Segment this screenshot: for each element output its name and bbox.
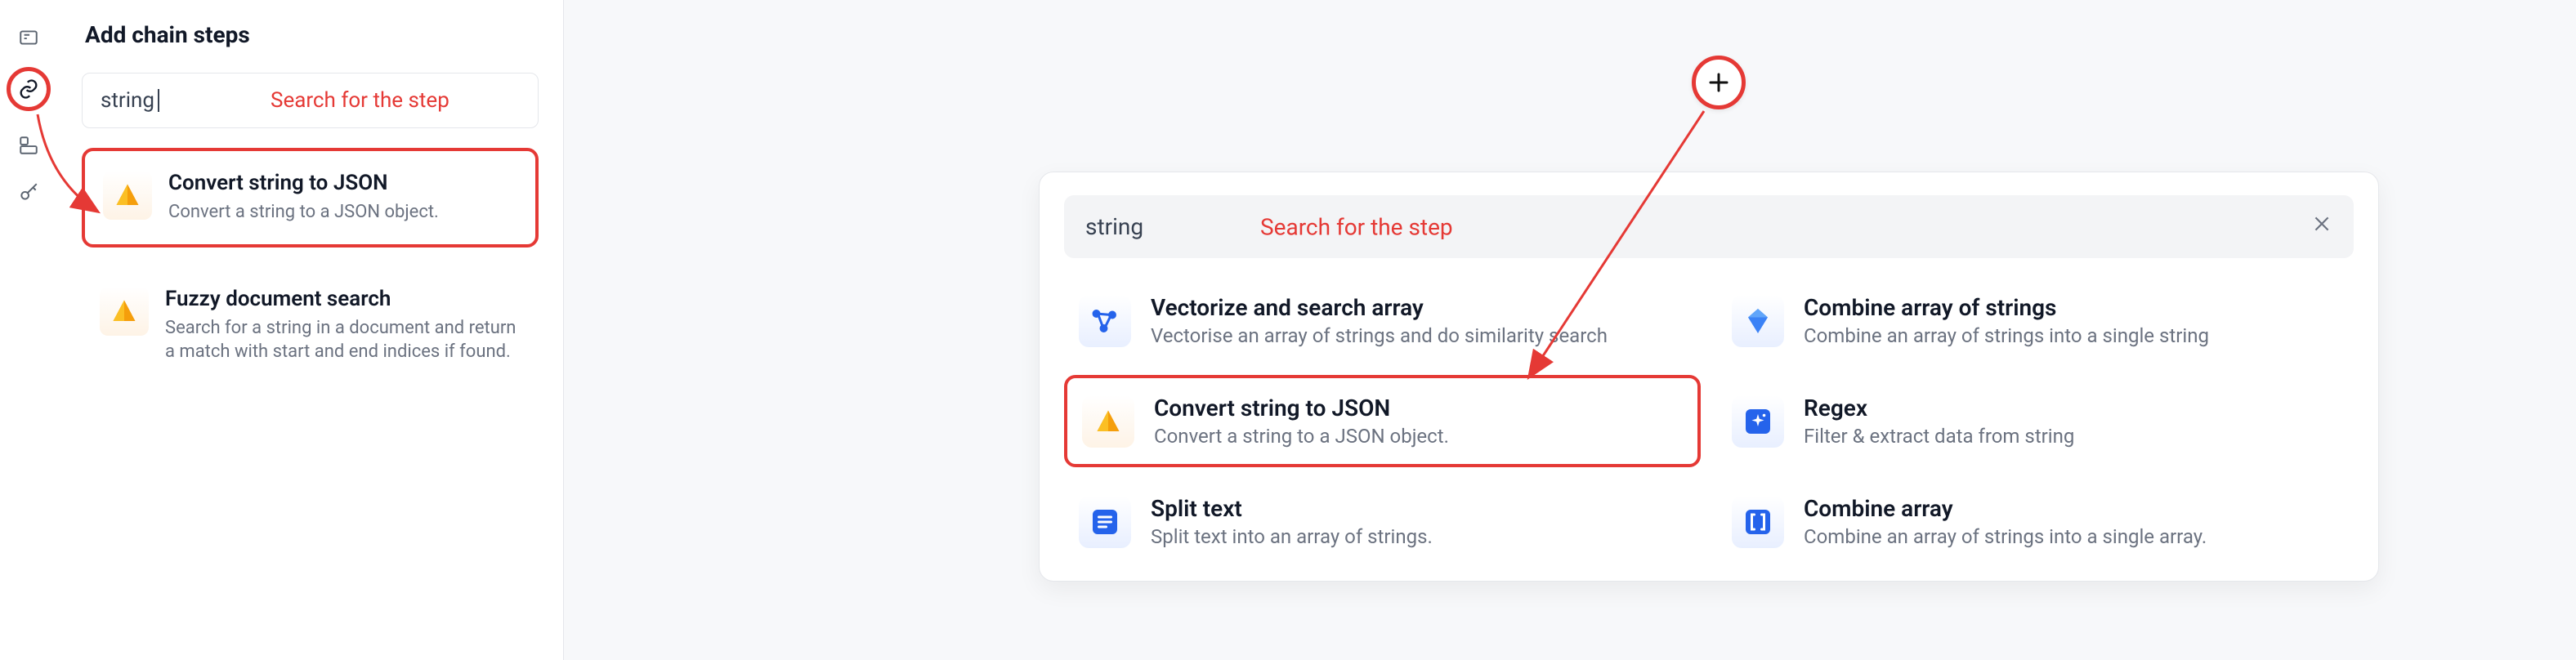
popup-item-desc: Combine an array of strings into a singl… <box>1804 324 2209 347</box>
chain-icon[interactable] <box>17 78 40 100</box>
graph-icon <box>1079 295 1131 347</box>
popup-item-body: Convert string to JSON Convert a string t… <box>1154 395 1449 448</box>
pyramid-icon <box>100 287 149 336</box>
popup-item-title: Vectorize and search array <box>1151 294 1608 321</box>
popup-item[interactable]: Convert string to JSON Convert a string t… <box>1064 375 1701 467</box>
layout-icon[interactable] <box>16 132 42 158</box>
popup-item[interactable]: Split text Split text into an array of st… <box>1064 479 1701 564</box>
popup-search-annotation: Search for the step <box>1260 213 1453 240</box>
step-desc: Search for a string in a document and re… <box>165 316 521 364</box>
popup-item-body: Split text Split text into an array of st… <box>1151 495 1433 548</box>
key-icon[interactable] <box>16 180 42 206</box>
popup-item[interactable]: Vectorize and search array Vectorise an a… <box>1064 278 1701 363</box>
step-card[interactable]: Fuzzy document search Search for a string… <box>82 267 539 384</box>
popup-item-body: Regex Filter & extract data from string <box>1804 395 2074 448</box>
left-panel: Add chain steps string Search for the st… <box>57 0 564 660</box>
popup-item[interactable]: Combine array Combine an array of strings… <box>1717 479 2354 564</box>
step-picker-popup: string Search for the step Vectorize and… <box>1039 172 2379 582</box>
add-step-button[interactable] <box>1692 56 1746 109</box>
popup-item-body: Combine array Combine an array of strings… <box>1804 495 2207 548</box>
sparkle-icon <box>1732 395 1784 448</box>
step-card-body: Convert string to JSON Convert a string t… <box>168 171 439 225</box>
pyramid-icon <box>1082 395 1134 448</box>
step-card-body: Fuzzy document search Search for a string… <box>165 287 521 364</box>
popup-item[interactable]: Combine array of strings Combine an array… <box>1717 278 2354 363</box>
popup-item-title: Split text <box>1151 495 1433 522</box>
step-title: Convert string to JSON <box>168 171 439 195</box>
brackets-icon <box>1732 496 1784 548</box>
step-title: Fuzzy document search <box>165 287 521 311</box>
step-card[interactable]: Convert string to JSON Convert a string t… <box>82 148 539 247</box>
popup-item-title: Regex <box>1804 395 2074 421</box>
popup-item-title: Combine array <box>1804 495 2207 522</box>
search-input[interactable]: string Search for the step <box>82 73 539 128</box>
search-value: string <box>101 88 154 113</box>
form-icon[interactable] <box>16 25 42 51</box>
popup-item-desc: Combine an array of strings into a singl… <box>1804 525 2207 548</box>
canvas: string Search for the step Vectorize and… <box>564 0 2576 660</box>
popup-item-desc: Convert a string to a JSON object. <box>1154 425 1449 448</box>
popup-item-title: Convert string to JSON <box>1154 395 1449 421</box>
popup-item-title: Combine array of strings <box>1804 294 2209 321</box>
popup-item[interactable]: Regex Filter & extract data from string <box>1717 375 2354 467</box>
panel-title: Add chain steps <box>85 21 539 48</box>
popup-item-body: Combine array of strings Combine an array… <box>1804 294 2209 347</box>
lines-icon <box>1079 496 1131 548</box>
popup-item-body: Vectorize and search array Vectorise an a… <box>1151 294 1608 347</box>
gem-icon <box>1732 295 1784 347</box>
close-icon[interactable] <box>2311 213 2332 240</box>
text-cursor <box>158 89 159 112</box>
popup-item-desc: Vectorise an array of strings and do sim… <box>1151 324 1608 347</box>
icon-rail <box>0 0 57 660</box>
popup-item-desc: Split text into an array of strings. <box>1151 525 1433 548</box>
popup-item-desc: Filter & extract data from string <box>1804 425 2074 448</box>
pyramid-icon <box>103 171 152 220</box>
chain-icon-highlight <box>7 67 51 111</box>
popup-search-input[interactable]: string Search for the step <box>1064 195 2354 258</box>
popup-search-value: string <box>1085 213 1143 240</box>
search-annotation: Search for the step <box>271 88 449 113</box>
step-desc: Convert a string to a JSON object. <box>168 200 439 225</box>
